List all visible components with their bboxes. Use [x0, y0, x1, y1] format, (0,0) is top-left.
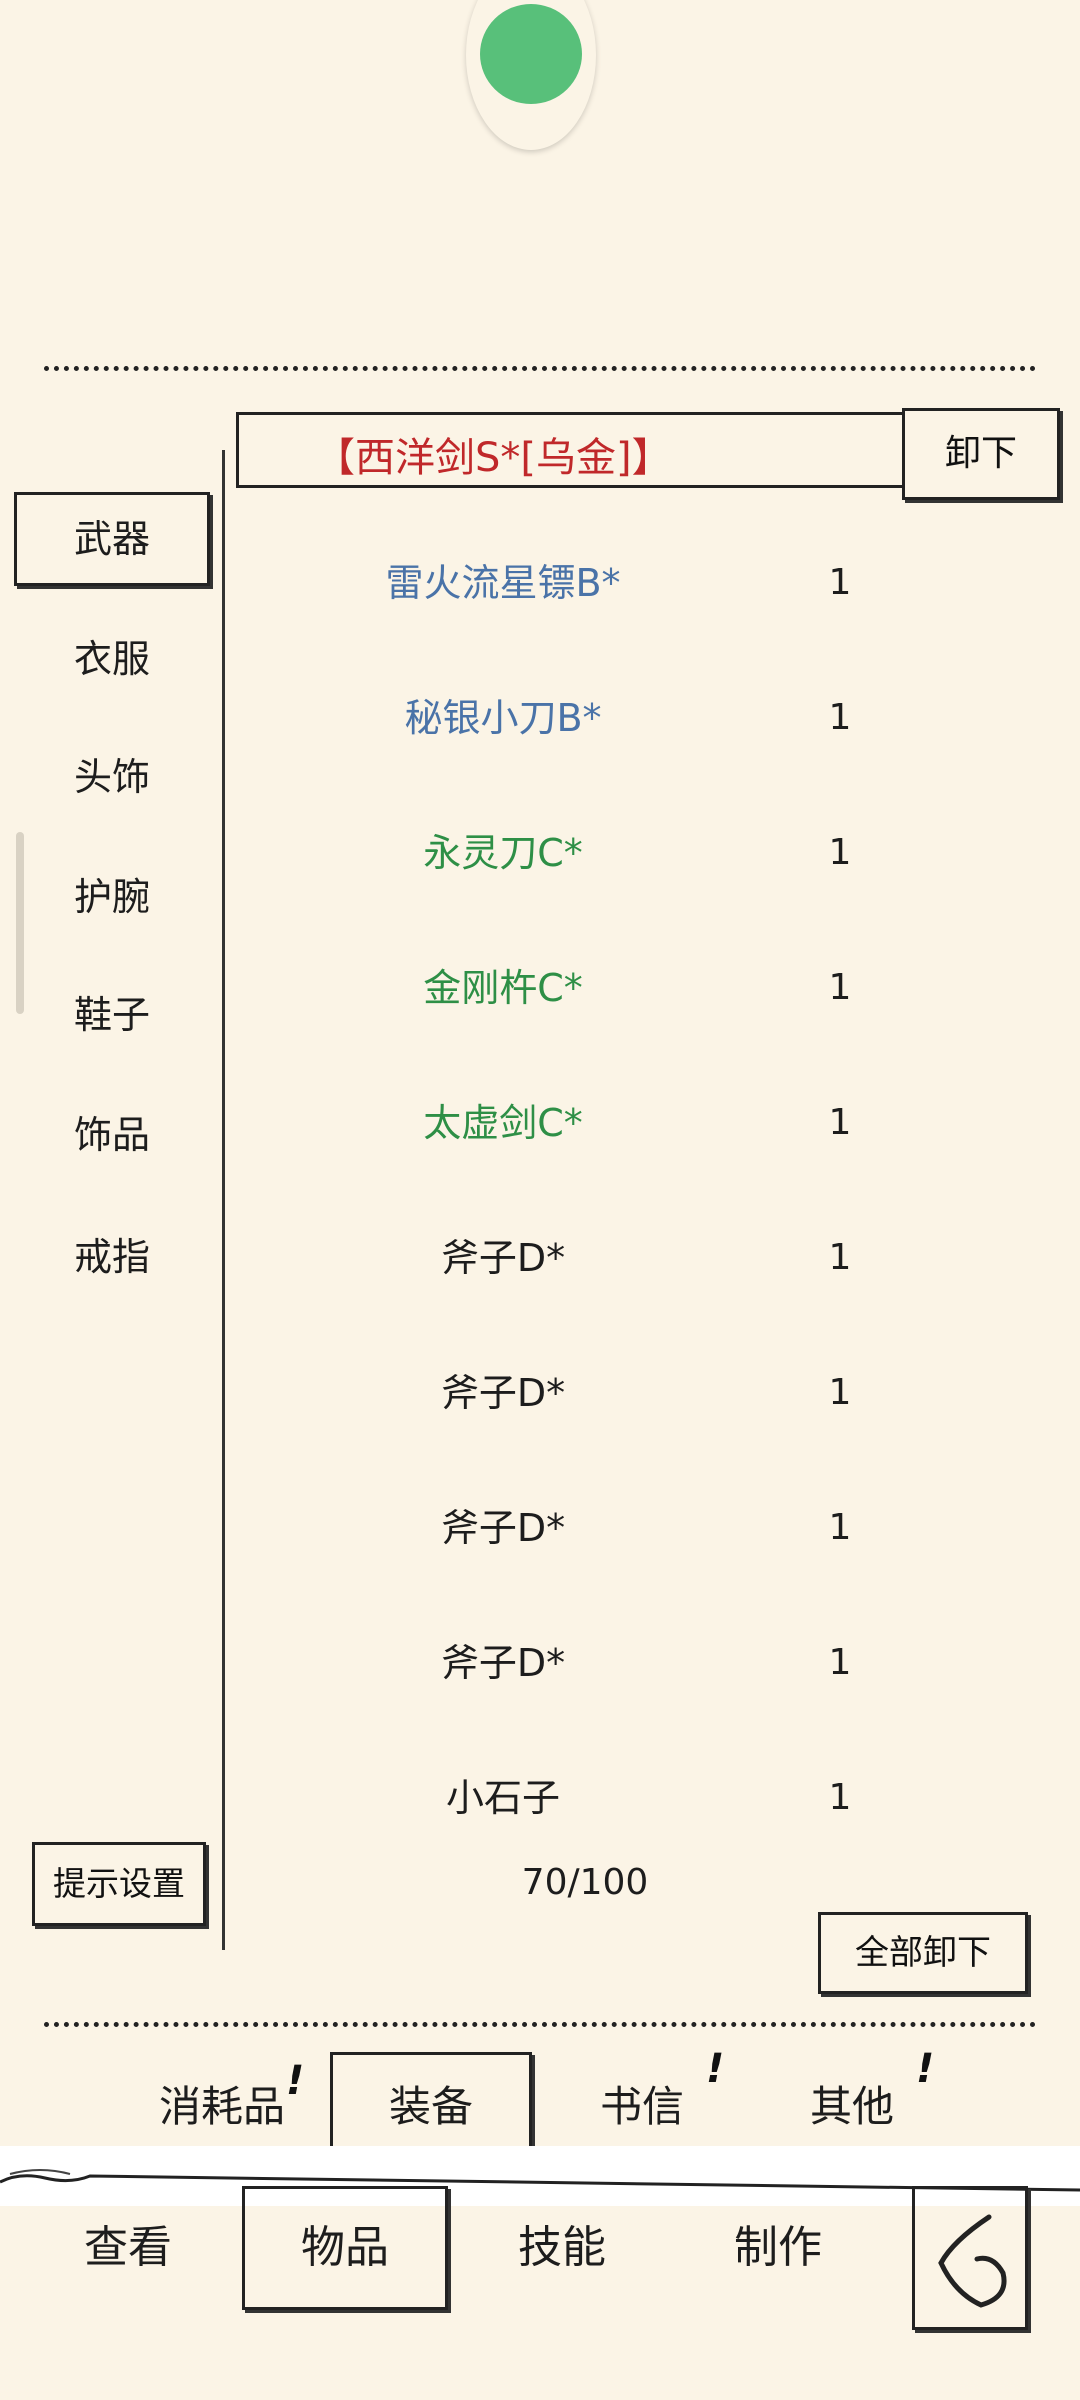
alert-icon: ! [286, 2058, 305, 2104]
equipped-item-name: 【西洋剑S*[乌金]】 [315, 435, 672, 481]
item-name: 秘银小刀B* [404, 696, 602, 740]
back-arrow-icon [938, 2214, 1007, 2308]
sidebar-item-headwear[interactable]: 头饰 [14, 730, 210, 824]
item-quantity: 1 [828, 1237, 852, 1278]
alert-icon: ! [706, 2046, 725, 2092]
item-quantity: 1 [828, 1102, 852, 1143]
sidebar-divider [222, 450, 225, 1950]
nav-items[interactable]: 物品 [242, 2186, 448, 2310]
list-item[interactable]: 小石子 1 [236, 1731, 1036, 1865]
hint-settings-button[interactable]: 提示设置 [32, 1842, 206, 1926]
item-name: 太虚剑C* [423, 1101, 583, 1145]
green-badge-icon [480, 4, 582, 104]
item-quantity: 1 [828, 832, 852, 873]
item-name: 斧子D* [440, 1641, 566, 1685]
item-quantity: 1 [828, 967, 852, 1008]
list-item[interactable]: 斧子D* 1 [236, 1596, 1036, 1730]
item-name: 雷火流星镖B* [385, 561, 621, 605]
list-item[interactable]: 永灵刀C* 1 [236, 786, 1036, 920]
top-divider [44, 366, 1036, 371]
status-badge [466, 0, 596, 150]
item-name: 斧子D* [440, 1506, 566, 1550]
equipped-item-bar: 【西洋剑S*[乌金]】 [236, 412, 908, 488]
item-name: 永灵刀C* [423, 831, 583, 875]
alert-icon: ! [916, 2046, 935, 2092]
unequip-button[interactable]: 卸下 [902, 408, 1060, 500]
item-name: 小石子 [445, 1776, 560, 1820]
sidebar-item-accessory[interactable]: 饰品 [14, 1088, 210, 1182]
item-quantity: 1 [828, 1372, 852, 1413]
item-quantity: 1 [828, 562, 852, 603]
nav-skills[interactable]: 技能 [490, 2186, 634, 2310]
item-quantity: 1 [828, 1507, 852, 1548]
item-name: 金刚杵C* [423, 966, 583, 1010]
sidebar-item-shoes[interactable]: 鞋子 [14, 968, 210, 1062]
list-item[interactable]: 斧子D* 1 [236, 1461, 1036, 1595]
nav-craft[interactable]: 制作 [706, 2186, 850, 2310]
bottom-divider [44, 2022, 1036, 2027]
sidebar-item-clothes[interactable]: 衣服 [14, 612, 210, 706]
list-item[interactable]: 金刚杵C* 1 [236, 921, 1036, 1055]
item-quantity: 1 [828, 1777, 852, 1818]
back-button[interactable] [912, 2186, 1028, 2330]
item-quantity: 1 [828, 697, 852, 738]
list-item[interactable]: 太虚剑C* 1 [236, 1056, 1036, 1190]
item-name: 斧子D* [440, 1371, 566, 1415]
nav-view[interactable]: 查看 [56, 2186, 200, 2310]
item-quantity: 1 [828, 1642, 852, 1683]
item-name: 斧子D* [440, 1236, 566, 1280]
unequip-all-button[interactable]: 全部卸下 [818, 1912, 1028, 1994]
list-item[interactable]: 斧子D* 1 [236, 1191, 1036, 1325]
sidebar-item-ring[interactable]: 戒指 [14, 1210, 210, 1304]
list-item[interactable]: 斧子D* 1 [236, 1326, 1036, 1460]
sidebar-item-bracer[interactable]: 护腕 [14, 850, 210, 944]
sidebar-item-weapon[interactable]: 武器 [14, 492, 210, 586]
list-item[interactable]: 秘银小刀B* 1 [236, 651, 1036, 785]
list-item[interactable]: 雷火流星镖B* 1 [236, 516, 1036, 650]
capacity-count: 70/100 [521, 1862, 649, 1903]
